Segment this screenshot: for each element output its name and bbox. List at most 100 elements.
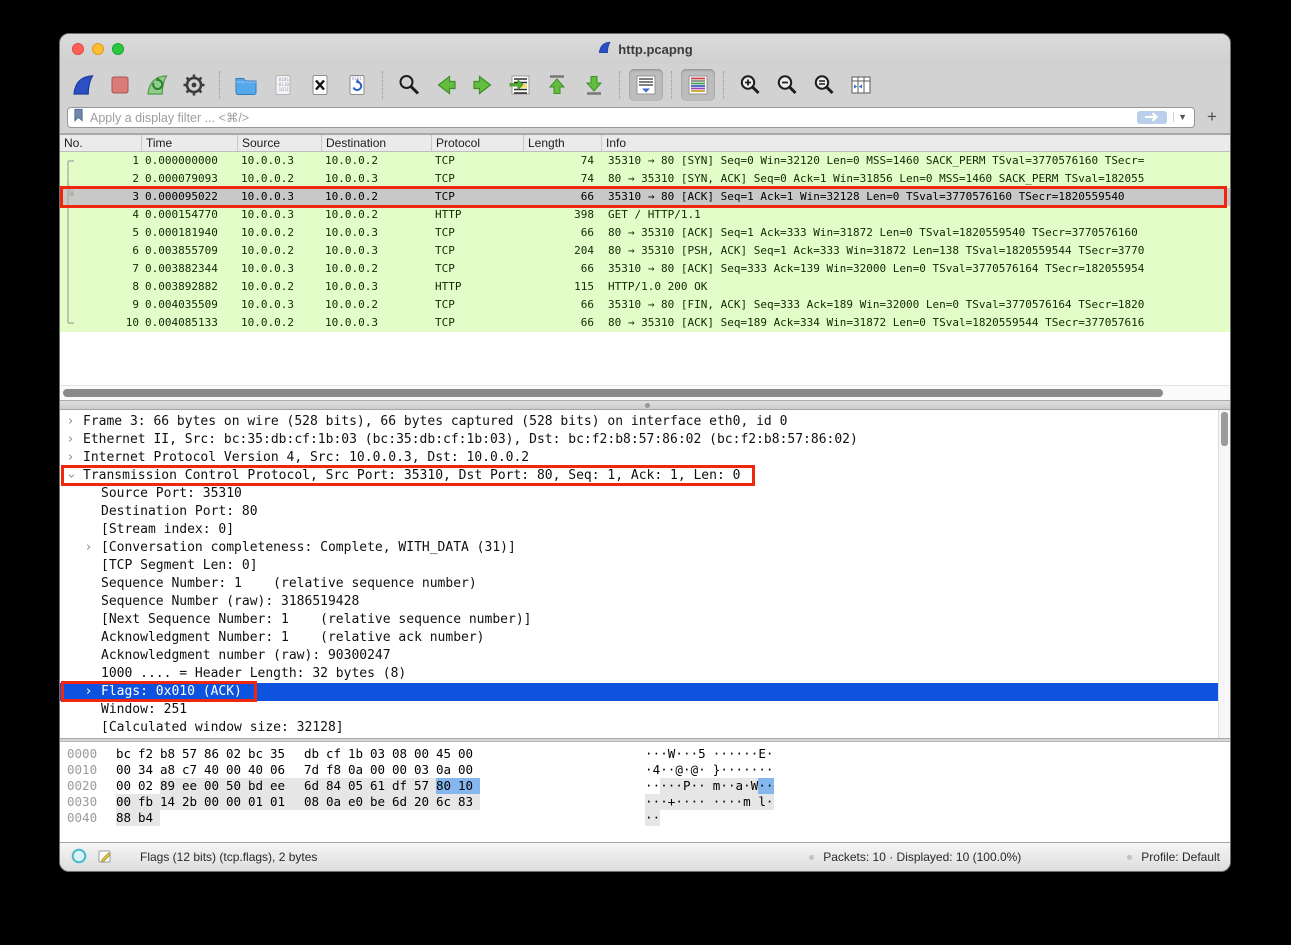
column-header-no[interactable]: No. bbox=[60, 135, 141, 151]
packet-no: 1 bbox=[132, 154, 139, 167]
reload-file-button[interactable]: 0101 bbox=[340, 69, 374, 101]
packet-list-hscrollbar[interactable] bbox=[60, 385, 1230, 400]
go-last-packet-button[interactable] bbox=[577, 69, 611, 101]
packet-source: 10.0.0.2 bbox=[241, 172, 294, 185]
toolbar-separator bbox=[723, 70, 725, 99]
column-header-time[interactable]: Time bbox=[141, 135, 237, 151]
detail-line-selected[interactable]: › Flags: 0x010 (ACK) bbox=[60, 681, 1230, 702]
hex-row[interactable]: 0030 00 fb 14 2b 00 00 01 01 08 0a e0 be 6d 20 6c 83 ···+… bbox=[60, 794, 1230, 810]
column-header-info[interactable]: Info bbox=[601, 135, 1230, 151]
detail-line[interactable]: Source Port: 35310 bbox=[60, 485, 1230, 503]
packet-row[interactable]: 5 0.000181940 10.0.0.2 10.0.0.3 TCP 66 80 → 35… bbox=[60, 224, 1230, 242]
auto-scroll-button[interactable] bbox=[629, 68, 663, 101]
display-filter-input[interactable]: Apply a display filter ... <⌘/> ▼ bbox=[67, 106, 1195, 128]
capture-options-icon bbox=[181, 72, 207, 98]
packet-row-selected[interactable]: 3 0.000095022 10.0.0.3 10.0.0.2 TCP 66 35310 →… bbox=[60, 186, 1230, 208]
detail-line[interactable]: [TCP Segment Len: 0] bbox=[60, 557, 1230, 575]
detail-line[interactable]: 1000 .... = Header Length: 32 bytes (8) bbox=[60, 665, 1230, 683]
details-vscrollbar[interactable] bbox=[1218, 410, 1230, 738]
go-forward-button[interactable] bbox=[466, 69, 500, 101]
find-packet-button[interactable] bbox=[392, 69, 426, 101]
close-window-button[interactable] bbox=[72, 43, 84, 55]
maximize-window-button[interactable] bbox=[112, 43, 124, 55]
hex-offset: 0020 bbox=[67, 778, 98, 793]
status-profile[interactable]: Profile: Default bbox=[1141, 850, 1220, 864]
column-header-destination[interactable]: Destination bbox=[321, 135, 431, 151]
detail-line[interactable]: Acknowledgment Number: 1 (relative ack n… bbox=[60, 629, 1230, 647]
packet-destination: 10.0.0.3 bbox=[325, 244, 378, 257]
colorize-button[interactable] bbox=[681, 68, 715, 101]
save-file-button[interactable]: 0101 0110 1011 bbox=[266, 69, 300, 101]
hex-ascii: ···W···5 ······E· bbox=[645, 746, 774, 761]
capture-options-button[interactable] bbox=[177, 69, 211, 101]
packet-row[interactable]: 7 0.003882344 10.0.0.3 10.0.0.2 TCP 66 35310 →… bbox=[60, 260, 1230, 278]
go-first-packet-button[interactable] bbox=[540, 69, 574, 101]
column-header-length[interactable]: Length bbox=[523, 135, 601, 151]
detail-line[interactable]: Sequence Number: 1 (relative sequence nu… bbox=[60, 575, 1230, 593]
details-vscrollbar-thumb[interactable] bbox=[1221, 412, 1228, 446]
minimize-window-button[interactable] bbox=[92, 43, 104, 55]
resize-columns-button[interactable] bbox=[844, 69, 878, 101]
detail-line[interactable]: [Calculated window size: 32128] bbox=[60, 719, 1230, 737]
go-to-packet-button[interactable] bbox=[503, 69, 537, 101]
detail-line[interactable]: [Next Sequence Number: 1 (relative seque… bbox=[60, 611, 1230, 629]
chevron-collapsed-icon[interactable]: › bbox=[86, 683, 91, 701]
hex-row[interactable]: 0020 00 02 89 ee 00 50 bd ee 6d 84 05 61 df 57 80 10 ····… bbox=[60, 778, 1230, 794]
packet-no: 7 bbox=[132, 262, 139, 275]
detail-line[interactable]: › Transmission Control Protocol, Src Port… bbox=[60, 465, 1230, 486]
packet-info: 80 → 35310 [PSH, ACK] Seq=1 Ack=333 Win=… bbox=[608, 244, 1145, 257]
column-header-source[interactable]: Source bbox=[237, 135, 321, 151]
zoom-reset-button[interactable] bbox=[807, 69, 841, 101]
filter-dropdown-caret[interactable]: ▼ bbox=[1173, 112, 1191, 122]
packet-row[interactable]: 2 0.000079093 10.0.0.2 10.0.0.3 TCP 74 80 → 35… bbox=[60, 170, 1230, 188]
hex-row[interactable]: 0040 88 b4 ·· bbox=[60, 810, 1230, 826]
apply-filter-button[interactable] bbox=[1137, 110, 1168, 124]
packet-time: 0.003882344 bbox=[145, 262, 218, 275]
chevron-collapsed-icon[interactable]: › bbox=[68, 431, 73, 449]
chevron-expanded-icon[interactable]: › bbox=[62, 473, 80, 478]
column-header-protocol[interactable]: Protocol bbox=[431, 135, 523, 151]
packet-row[interactable]: 9 0.004035509 10.0.0.3 10.0.0.2 TCP 66 35310 →… bbox=[60, 296, 1230, 314]
detail-line[interactable]: Destination Port: 80 bbox=[60, 503, 1230, 521]
zoom-out-button[interactable] bbox=[770, 69, 804, 101]
detail-line[interactable]: Window: 251 bbox=[60, 701, 1230, 719]
hex-row[interactable]: 0000 bc f2 b8 57 86 02 bc 35 db cf 1b 03 08 00 45 00 ···W… bbox=[60, 746, 1230, 762]
packet-row[interactable]: 1 0.000000000 10.0.0.3 10.0.0.2 TCP 74 35310 →… bbox=[60, 152, 1230, 170]
open-file-button[interactable] bbox=[229, 69, 263, 101]
start-capture-button[interactable] bbox=[66, 69, 100, 101]
packet-list-empty-area bbox=[60, 332, 1230, 385]
add-filter-button[interactable]: + bbox=[1202, 107, 1222, 127]
packet-length: 115 bbox=[574, 280, 594, 293]
detail-line[interactable]: [Stream index: 0] bbox=[60, 521, 1230, 539]
packet-time: 0.003855709 bbox=[145, 244, 218, 257]
hex-pane-splitter[interactable] bbox=[60, 738, 1230, 742]
packet-destination: 10.0.0.2 bbox=[325, 262, 378, 275]
detail-line[interactable]: › Ethernet II, Src: bc:35:db:cf:1b:03 (bc… bbox=[60, 431, 1230, 449]
bookmark-icon[interactable] bbox=[73, 108, 84, 127]
hscrollbar-thumb[interactable] bbox=[63, 389, 1163, 397]
chevron-collapsed-icon[interactable]: › bbox=[68, 413, 73, 431]
packet-row[interactable]: 10 0.004085133 10.0.0.2 10.0.0.3 TCP 66 80 → 3… bbox=[60, 314, 1230, 332]
stop-capture-button[interactable] bbox=[103, 69, 137, 101]
packet-row[interactable]: 6 0.003855709 10.0.0.2 10.0.0.3 TCP 204 80 → 3… bbox=[60, 242, 1230, 260]
close-file-button[interactable] bbox=[303, 69, 337, 101]
pane-splitter[interactable] bbox=[60, 400, 1230, 410]
packet-row[interactable]: 4 0.000154770 10.0.0.3 10.0.0.2 HTTP 398 GET /… bbox=[60, 206, 1230, 224]
packet-length: 66 bbox=[580, 316, 594, 329]
detail-line[interactable]: Acknowledgment number (raw): 90300247 bbox=[60, 647, 1230, 665]
hex-row[interactable]: 0010 00 34 a8 c7 40 00 40 06 7d f8 0a 00 00 03 0a 00 ·4··… bbox=[60, 762, 1230, 778]
chevron-collapsed-icon[interactable]: › bbox=[86, 539, 91, 557]
detail-line[interactable]: Sequence Number (raw): 3186519428 bbox=[60, 593, 1230, 611]
go-back-button[interactable] bbox=[429, 69, 463, 101]
detail-line[interactable]: › Internet Protocol Version 4, Src: 10.0.… bbox=[60, 449, 1230, 467]
capture-comment-icon[interactable] bbox=[97, 848, 113, 867]
packet-row[interactable]: 8 0.003892882 10.0.0.2 10.0.0.3 HTTP 115 HTTP/… bbox=[60, 278, 1230, 296]
packet-source: 10.0.0.2 bbox=[241, 226, 294, 239]
svg-text:1011: 1011 bbox=[279, 87, 290, 93]
chevron-collapsed-icon[interactable]: › bbox=[68, 449, 73, 467]
restart-capture-button[interactable] bbox=[140, 69, 174, 101]
zoom-in-button[interactable] bbox=[733, 69, 767, 101]
expert-info-icon[interactable] bbox=[70, 847, 88, 868]
detail-line[interactable]: › [Conversation completeness: Complete, W… bbox=[60, 539, 1230, 557]
detail-line[interactable]: › Frame 3: 66 bytes on wire (528 bits), 6… bbox=[60, 413, 1230, 431]
